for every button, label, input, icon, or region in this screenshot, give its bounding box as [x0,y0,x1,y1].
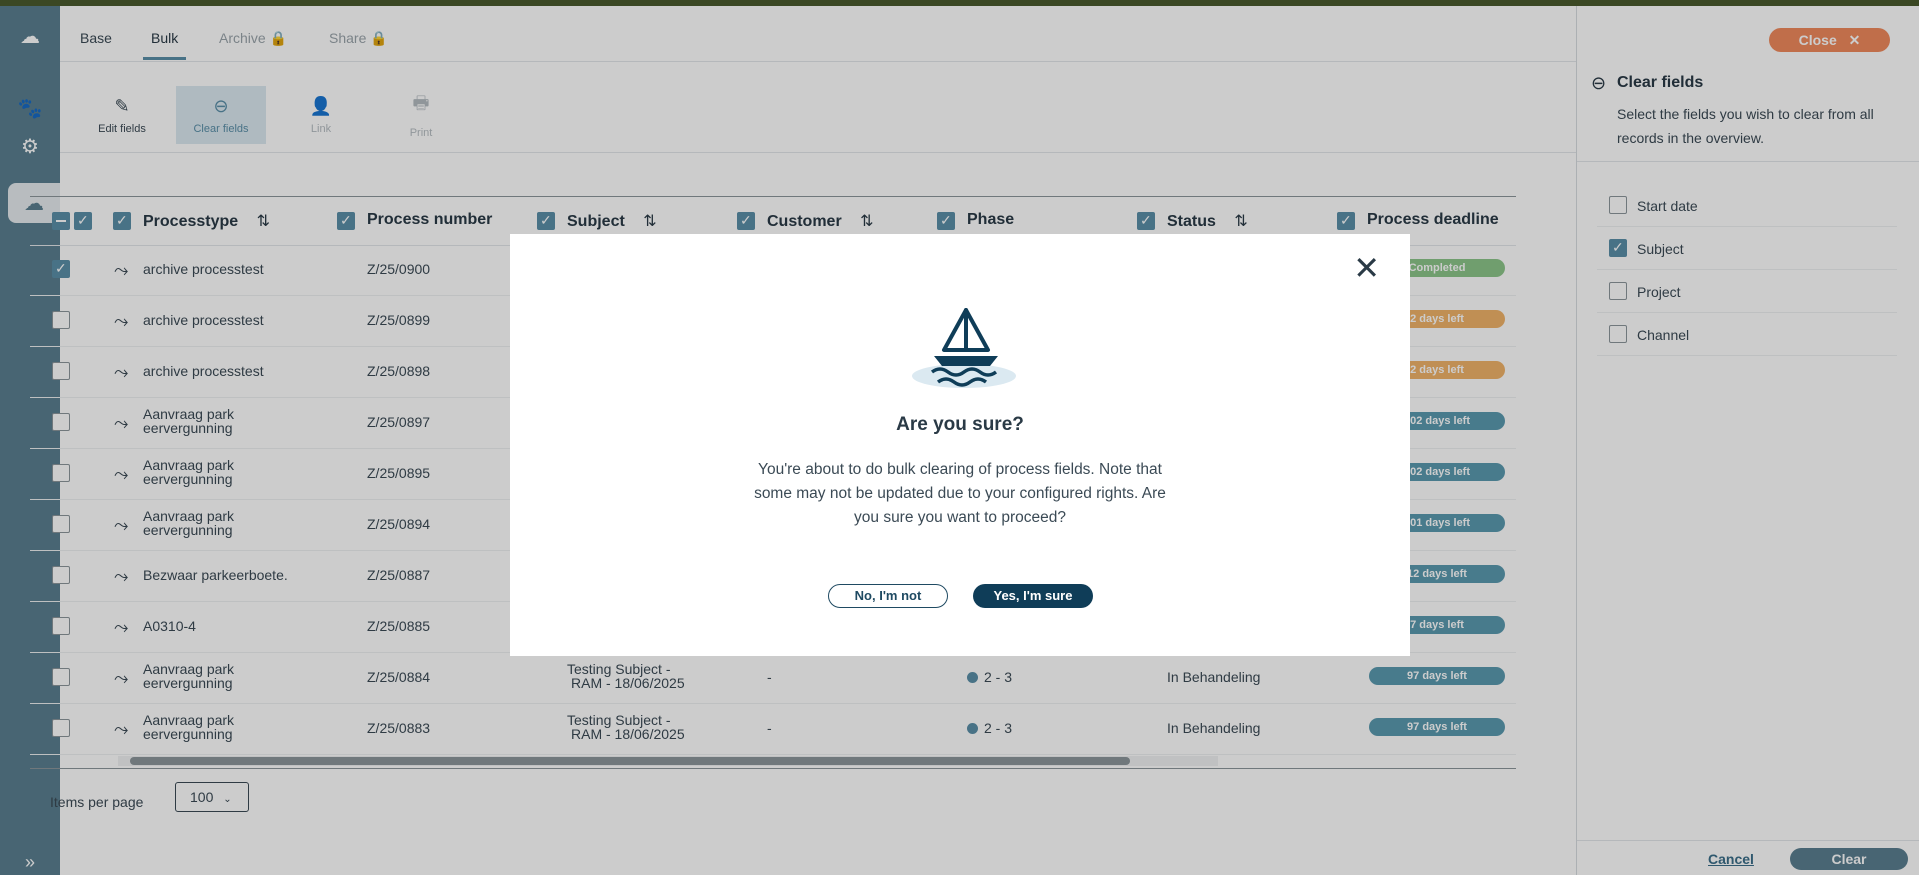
confirm-dialog: ✕ Are you sure? You're about to do bulk … [510,234,1410,656]
close-icon[interactable]: ✕ [1353,252,1380,284]
dialog-message: You're about to do bulk clearing of proc… [754,461,1166,526]
yes-button[interactable]: Yes, I'm sure [973,584,1093,608]
no-button[interactable]: No, I'm not [828,584,948,608]
sailboat-icon [912,308,1016,388]
dialog-title: Are you sure? [896,414,1024,435]
